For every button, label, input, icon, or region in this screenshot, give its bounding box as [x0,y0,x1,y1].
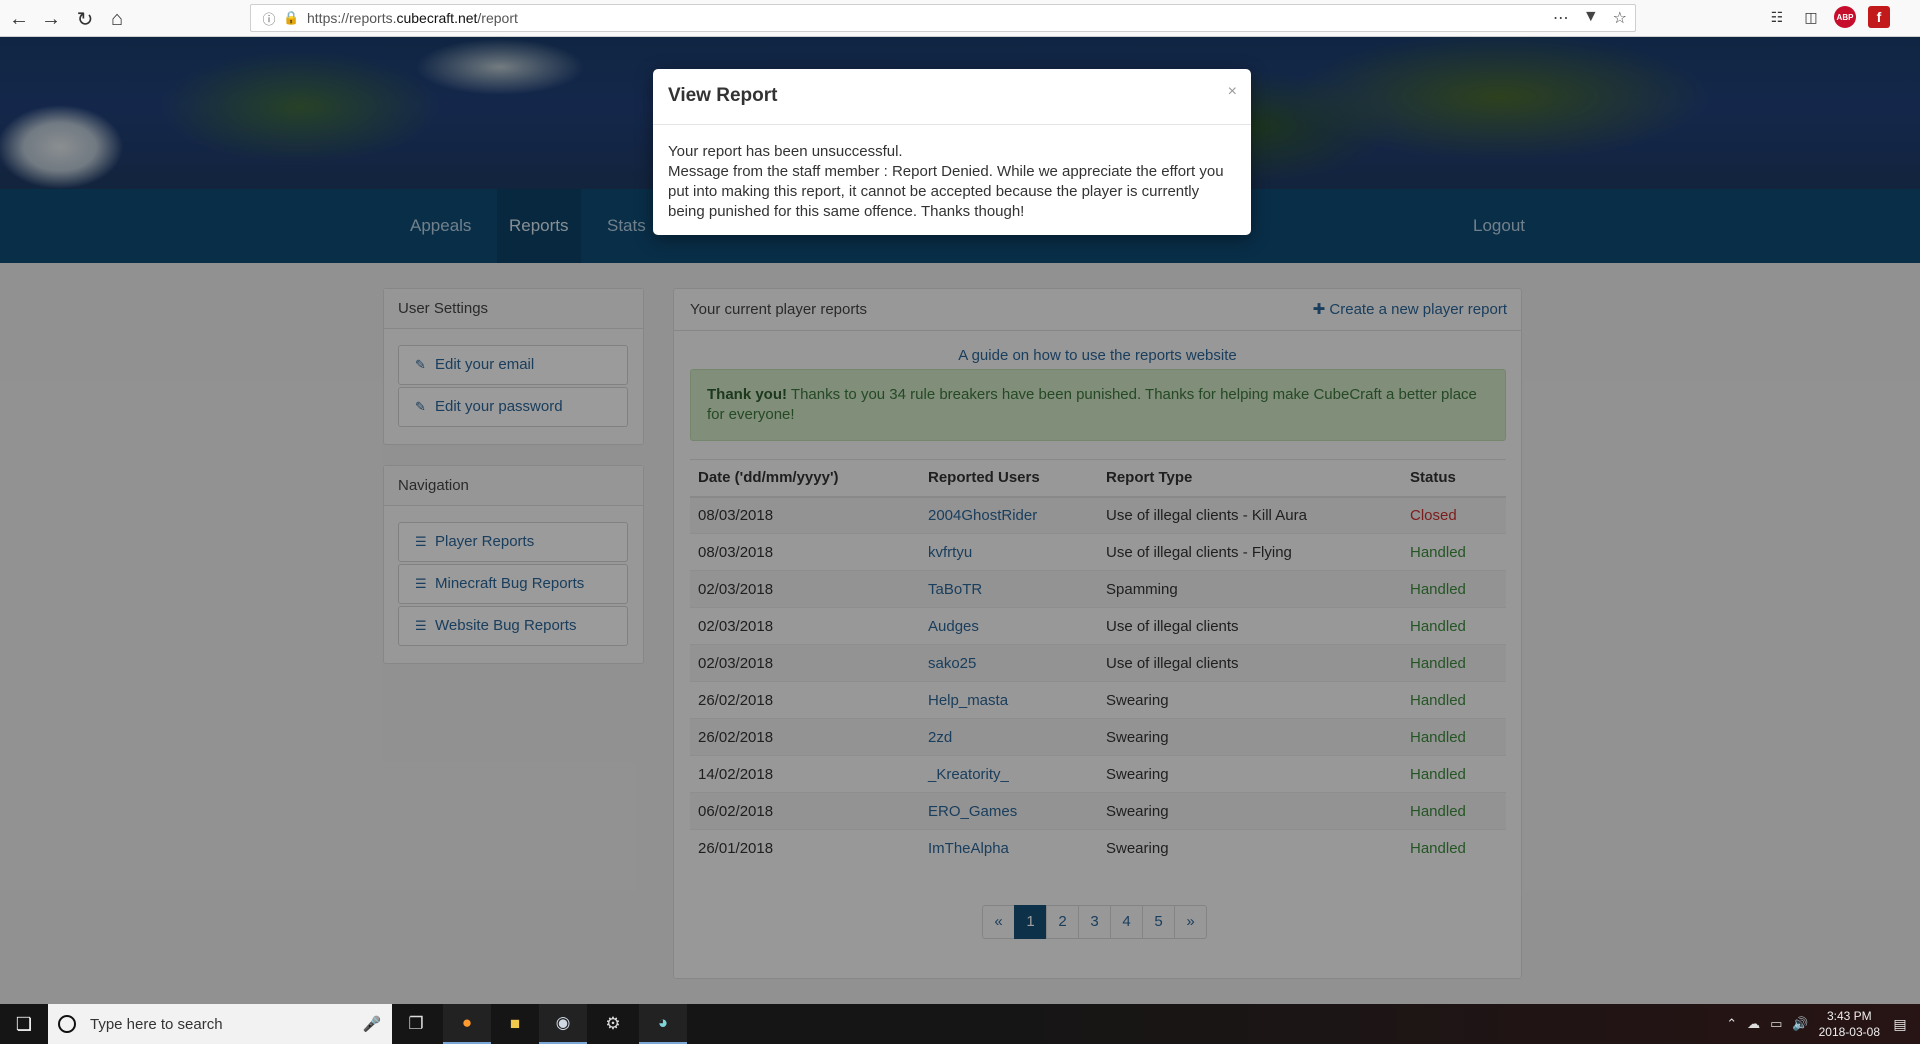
settings-gear-icon[interactable]: ⚙ [589,1004,637,1044]
back-icon[interactable]: ← [6,6,32,32]
flash-icon[interactable]: f [1868,6,1890,28]
view-report-modal: View Report × Your report has been unsuc… [653,69,1251,235]
tray-chevron-icon[interactable]: ⌃ [1726,1016,1737,1032]
reload-icon[interactable]: ↻ [72,6,98,32]
windows-start-icon[interactable]: ❏ [0,1004,48,1044]
lock-icon: 🔒 [283,10,300,25]
cortana-icon [58,1015,76,1033]
taskbar-search[interactable]: Type here to search 🎤 [48,1004,392,1044]
adblock-icon[interactable]: ABP [1834,6,1856,28]
search-placeholder: Type here to search [90,1015,223,1033]
clock-time: 3:43 PM [1826,1009,1872,1023]
home-icon[interactable]: ⌂ [104,6,130,32]
microphone-icon[interactable]: 🎤 [352,1015,392,1033]
address-bar[interactable]: ⓘ 🔒 https://reports.cubecraft.net/report… [250,4,1636,32]
volume-icon[interactable]: 🔊 [1792,1016,1808,1032]
sidebar-icon[interactable]: ◫ [1800,6,1822,28]
firefox-icon[interactable]: ● [443,1004,491,1044]
modal-title: View Report [668,85,778,106]
browser-toolbar: ← → ↻ ⌂ ⓘ 🔒 https://reports.cubecraft.ne… [0,0,1920,37]
clock-date: 2018-03-08 [1818,1025,1880,1039]
app-icon[interactable]: ◕ [639,1004,687,1044]
forward-icon[interactable]: → [38,6,64,32]
windows-taskbar: ❏ Type here to search 🎤 ❐ ● ■ ◉ ⚙ ◕ ⌃ ☁ … [0,1004,1920,1044]
page-actions-icon[interactable]: ⋯ [1553,8,1569,28]
notification-icon[interactable]: ▤ [1888,1012,1912,1036]
modal-divider [653,124,1251,125]
pocket-icon[interactable]: ▼ [1583,8,1599,28]
url-text[interactable]: https://reports.cubecraft.net/report [307,10,518,26]
steam-icon[interactable]: ◉ [539,1004,587,1044]
task-view-icon[interactable]: ❐ [392,1004,440,1044]
library-icon[interactable]: ☷ [1766,6,1788,28]
network-icon[interactable]: ▭ [1770,1016,1782,1032]
clock[interactable]: 3:43 PM 2018-03-08 [1819,1008,1880,1040]
file-explorer-icon[interactable]: ■ [491,1004,539,1044]
close-icon[interactable]: × [1228,83,1237,101]
info-icon[interactable]: ⓘ [259,9,279,28]
modal-line-1: Your report has been unsuccessful. [668,143,903,160]
bookmark-star-icon[interactable]: ☆ [1613,8,1627,28]
onedrive-icon[interactable]: ☁ [1747,1016,1760,1032]
modal-line-2: Message from the staff member : Report D… [668,163,1224,220]
modal-body: Your report has been unsuccessful. Messa… [668,142,1238,222]
system-tray: ⌃ ☁ ▭ 🔊 3:43 PM 2018-03-08 [1726,1004,1880,1044]
